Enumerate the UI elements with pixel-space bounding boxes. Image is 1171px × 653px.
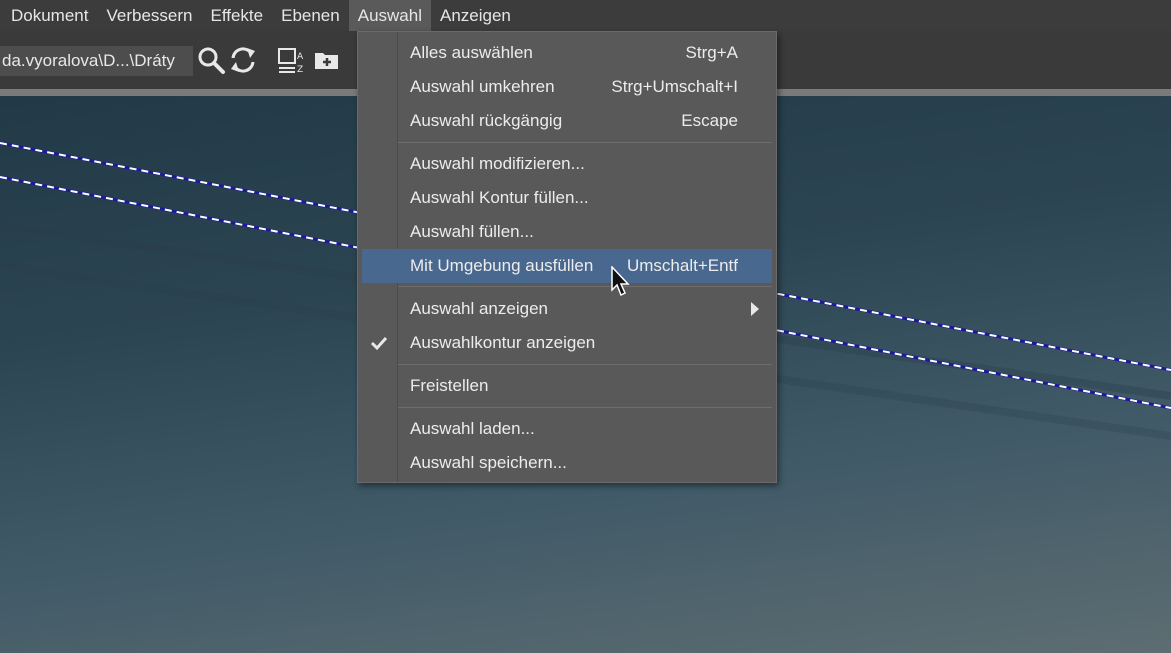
- svg-text:Z: Z: [297, 65, 303, 75]
- menu-item-select-all[interactable]: Alles auswählen Strg+A: [358, 36, 776, 70]
- menu-item-fill-contour[interactable]: Auswahl Kontur füllen...: [358, 181, 776, 215]
- menu-item-crop[interactable]: Freistellen: [358, 369, 776, 403]
- menu-separator: [398, 286, 772, 287]
- menu-separator: [398, 364, 772, 365]
- new-folder-icon[interactable]: [312, 45, 342, 75]
- sort-icon[interactable]: A Z: [276, 45, 306, 75]
- menu-item-invert-selection[interactable]: Auswahl umkehren Strg+Umschalt+I: [358, 70, 776, 104]
- menu-item-content-aware-fill[interactable]: Mit Umgebung ausfüllen Umschalt+Entf: [362, 249, 772, 283]
- path-field[interactable]: da.vyoralova\D...\Dráty: [0, 46, 193, 76]
- svg-text:A: A: [297, 52, 304, 62]
- menu-item-show-marquee[interactable]: Auswahlkontur anzeigen: [358, 326, 776, 360]
- menu-item-modify-selection[interactable]: Auswahl modifizieren...: [358, 147, 776, 181]
- menu-item-load-selection[interactable]: Auswahl laden...: [358, 412, 776, 446]
- menu-bar: Dokument Verbessern Effekte Ebenen Auswa…: [0, 0, 1171, 31]
- submenu-arrow-icon: [751, 302, 759, 316]
- menu-item-save-selection[interactable]: Auswahl speichern...: [358, 446, 776, 480]
- mouse-cursor-icon: [611, 266, 630, 297]
- menu-item-fill-selection[interactable]: Auswahl füllen...: [358, 215, 776, 249]
- menu-auswahl[interactable]: Auswahl: [348, 0, 431, 31]
- menu-anzeigen[interactable]: Anzeigen: [431, 0, 520, 31]
- menu-dokument[interactable]: Dokument: [0, 0, 97, 31]
- menu-separator: [398, 407, 772, 408]
- menu-effekte[interactable]: Effekte: [201, 0, 272, 31]
- search-icon[interactable]: [196, 45, 226, 75]
- menu-verbessern[interactable]: Verbessern: [97, 0, 201, 31]
- refresh-icon[interactable]: [228, 45, 258, 75]
- menu-item-show-selection[interactable]: Auswahl anzeigen: [358, 292, 776, 326]
- checkmark-icon: [370, 336, 388, 351]
- auswahl-menu: Alles auswählen Strg+A Auswahl umkehren …: [357, 31, 777, 483]
- menu-item-deselect[interactable]: Auswahl rückgängig Escape: [358, 104, 776, 138]
- menu-ebenen[interactable]: Ebenen: [272, 0, 349, 31]
- menu-separator: [398, 142, 772, 143]
